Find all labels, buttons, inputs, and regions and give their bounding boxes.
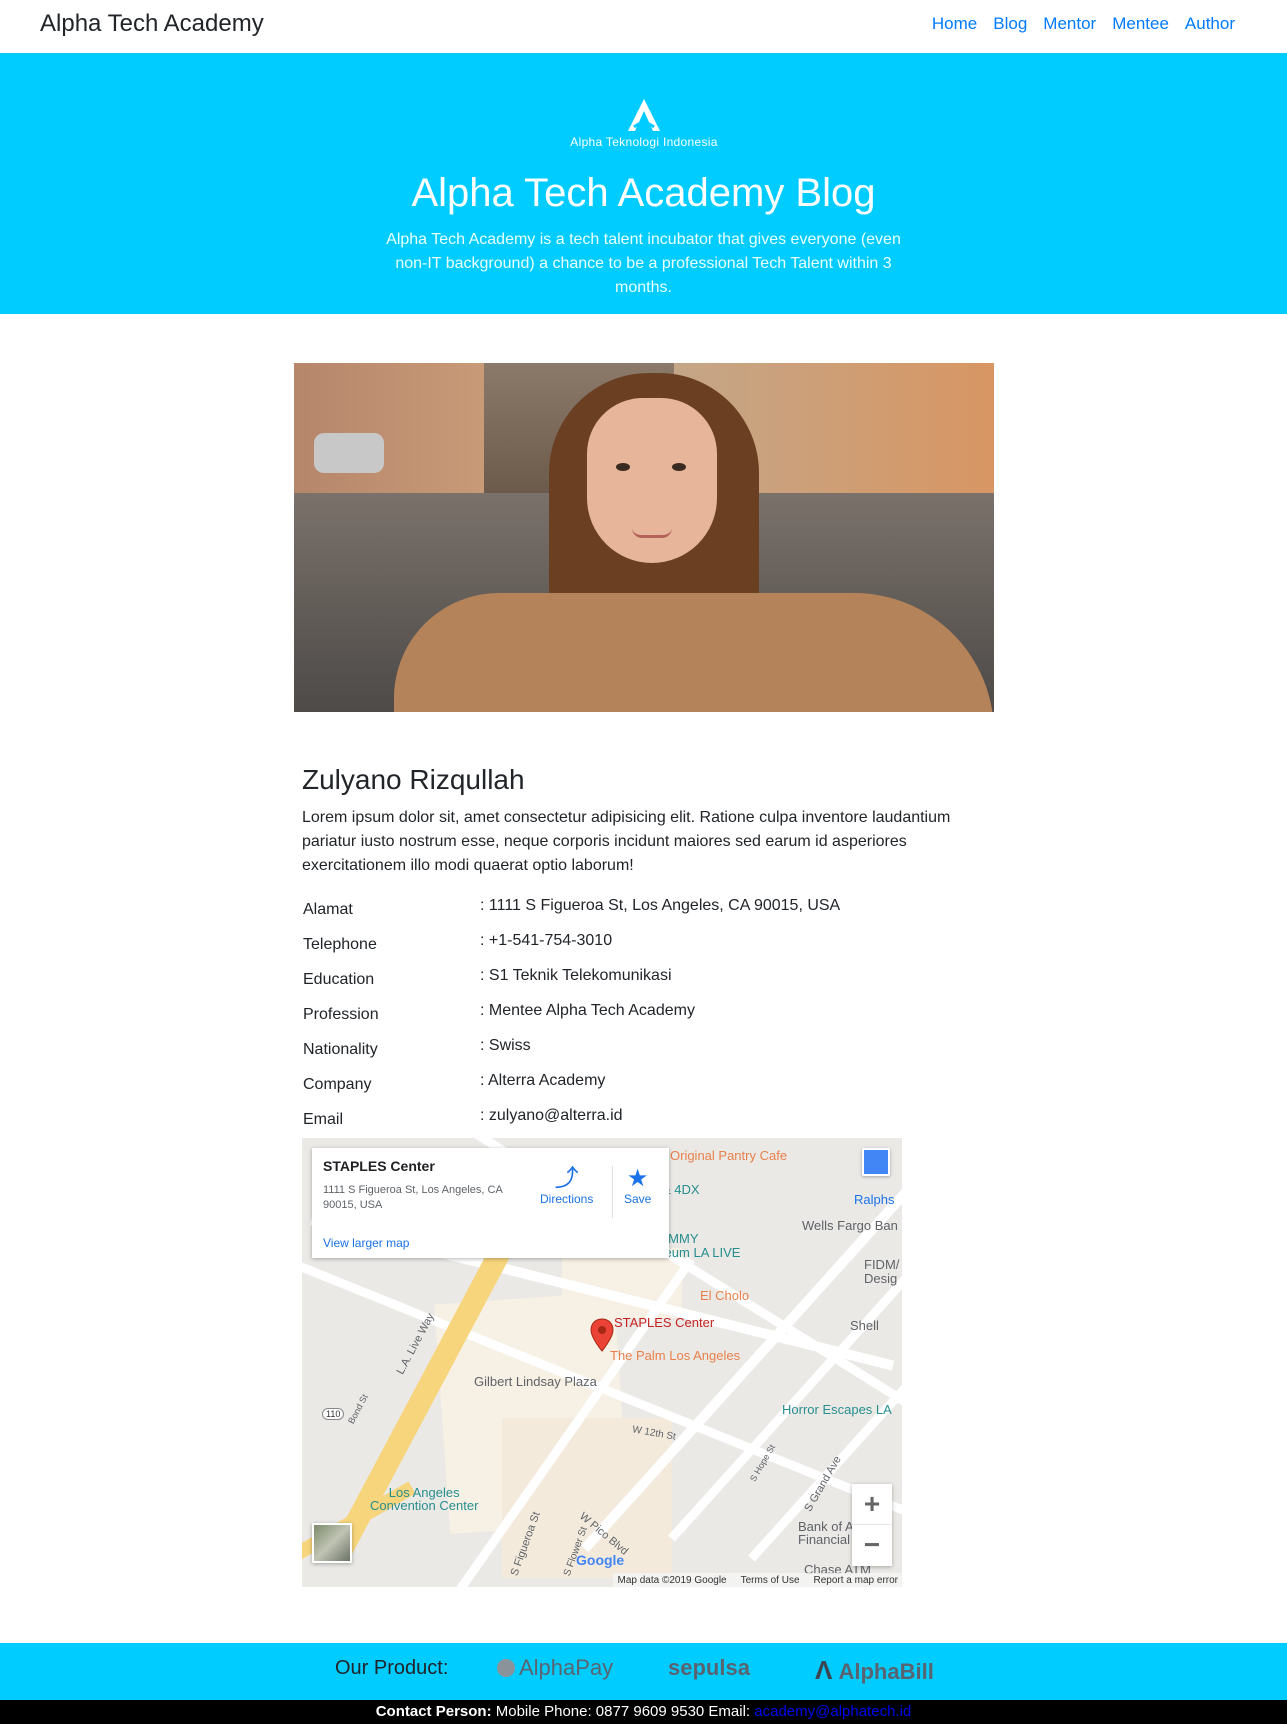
- hero-description: Alpha Tech Academy is a tech talent incu…: [386, 231, 901, 296]
- map-data-attribution: Map data ©2019 Google: [617, 1574, 727, 1586]
- zoom-in-button[interactable]: +: [852, 1484, 892, 1525]
- map-label-horror[interactable]: Horror Escapes LA: [782, 1402, 892, 1417]
- map-label-wells-fargo[interactable]: Wells Fargo Ban: [802, 1218, 898, 1233]
- directions-label: Directions: [540, 1192, 594, 1206]
- contact-footer: Contact Person: Mobile Phone: 0877 9609 …: [0, 1700, 1287, 1724]
- map-label-shell[interactable]: Shell: [850, 1318, 879, 1333]
- star-icon: ★: [626, 1165, 649, 1192]
- directions-button[interactable]: ⤴ Directions: [540, 1165, 594, 1207]
- info-label: Education: [303, 971, 375, 988]
- info-label: Telephone: [303, 936, 377, 953]
- map-info-card: STAPLES Center 1111 S Figueroa St, Los A…: [312, 1148, 669, 1258]
- nav-home[interactable]: Home: [932, 14, 977, 34]
- info-row-telephone: Telephone : +1-541-754-3010: [302, 932, 962, 967]
- map-label-fidm[interactable]: FIDM/ Desig: [864, 1258, 899, 1286]
- alphabill-icon: Λ: [815, 1655, 833, 1685]
- map-label-bank[interactable]: Bank of A Financial: [798, 1520, 854, 1546]
- map-label-ralphs[interactable]: Ralphs: [854, 1192, 894, 1207]
- profile-info-table: Alamat : 1111 S Figueroa St, Los Angeles…: [302, 897, 962, 1142]
- google-logo: Google: [576, 1552, 625, 1568]
- zoom-controls: + −: [852, 1484, 892, 1566]
- profile-photo: [294, 363, 994, 712]
- google-map[interactable]: Original Pantry Cafe & 4DX Ralphs Wells …: [302, 1138, 902, 1587]
- view-larger-map-link[interactable]: View larger map: [323, 1236, 409, 1250]
- map-label-staples[interactable]: STAPLES Center: [614, 1315, 714, 1330]
- map-card-title: STAPLES Center: [323, 1158, 435, 1174]
- info-row-address: Alamat : 1111 S Figueroa St, Los Angeles…: [302, 897, 962, 932]
- info-value: : Alterra Academy: [480, 1072, 606, 1089]
- info-value: : Swiss: [480, 1037, 531, 1054]
- hero-banner: Alpha Teknologi Indonesia Alpha Tech Aca…: [0, 53, 1287, 314]
- info-row-email: Email : zulyano@alterra.id: [302, 1107, 962, 1142]
- map-label-el-cholo[interactable]: El Cholo: [700, 1288, 749, 1303]
- map-label-original-pantry[interactable]: Original Pantry Cafe: [670, 1148, 787, 1163]
- terms-of-use-link[interactable]: Terms of Use: [741, 1575, 800, 1586]
- info-row-profession: Profession : Mentee Alpha Tech Academy: [302, 1002, 962, 1037]
- products-bar: Our Product: AlphaPay sepulsa Λ AlphaBil…: [0, 1643, 1287, 1700]
- product-alphabill-logo[interactable]: Λ AlphaBill: [815, 1655, 934, 1686]
- product-sepulsa-logo[interactable]: sepulsa: [668, 1655, 750, 1681]
- nav-links: Home Blog Mentor Mentee Author: [916, 14, 1235, 34]
- map-footer: Map data ©2019 Google Terms of Use Repor…: [613, 1573, 902, 1587]
- route-110-shield: 110: [322, 1408, 345, 1420]
- profile-bio: Lorem ipsum dolor sit, amet consectetur …: [302, 809, 951, 874]
- street-view-pegman-icon[interactable]: [862, 1148, 890, 1176]
- info-label: Nationality: [303, 1041, 378, 1058]
- products-label: Our Product:: [335, 1657, 449, 1679]
- info-row-company: Company : Alterra Academy: [302, 1072, 962, 1107]
- contact-prefix: Contact Person:: [375, 1703, 492, 1720]
- report-map-error-link[interactable]: Report a map error: [814, 1575, 898, 1586]
- map-label-convention[interactable]: Los Angeles Convention Center: [370, 1486, 478, 1512]
- map-label-gilbert[interactable]: Gilbert Lindsay Plaza: [474, 1374, 597, 1389]
- directions-icon: ⤴: [554, 1165, 579, 1192]
- brand[interactable]: Alpha Tech Academy: [40, 10, 264, 38]
- profile-name: Zulyano Rizqullah: [302, 764, 525, 795]
- info-label: Alamat: [303, 901, 353, 918]
- info-label: Company: [303, 1076, 372, 1093]
- satellite-toggle-button[interactable]: [312, 1523, 352, 1563]
- nav-blog[interactable]: Blog: [993, 14, 1027, 34]
- contact-phone: Mobile Phone: 0877 9609 9530 Email:: [491, 1703, 755, 1720]
- map-pin-icon[interactable]: [590, 1318, 614, 1352]
- info-value: : S1 Teknik Telekomunikasi: [480, 967, 672, 984]
- map-card-address: 1111 S Figueroa St, Los Angeles, CA 9001…: [323, 1184, 503, 1211]
- info-value: : 1111 S Figueroa St, Los Angeles, CA 90…: [480, 897, 841, 914]
- zoom-out-button[interactable]: −: [852, 1525, 892, 1566]
- contact-email-link[interactable]: academy@alphatech.id: [754, 1703, 911, 1720]
- info-value: : Mentee Alpha Tech Academy: [480, 1002, 695, 1019]
- map-label-bond: Bond St: [346, 1392, 370, 1426]
- map-label-palm[interactable]: The Palm Los Angeles: [610, 1348, 740, 1363]
- save-button[interactable]: ★ Save: [624, 1165, 652, 1207]
- info-value: : zulyano@alterra.id: [480, 1107, 623, 1124]
- info-label: Email: [303, 1111, 344, 1128]
- info-value: : +1-541-754-3010: [480, 932, 613, 949]
- save-label: Save: [624, 1192, 652, 1206]
- logo-text: Alpha Teknologi Indonesia: [570, 135, 718, 149]
- alpha-logo-icon: [628, 99, 660, 131]
- nav-mentee[interactable]: Mentee: [1112, 14, 1169, 34]
- nav-mentor[interactable]: Mentor: [1043, 14, 1096, 34]
- alpha-logo: Alpha Teknologi Indonesia: [560, 97, 728, 157]
- nav-author[interactable]: Author: [1185, 14, 1235, 34]
- navbar: Alpha Tech Academy Home Blog Mentor Ment…: [0, 0, 1287, 53]
- page-title: Alpha Tech Academy Blog: [411, 171, 876, 215]
- info-row-nationality: Nationality : Swiss: [302, 1037, 962, 1072]
- info-row-education: Education : S1 Teknik Telekomunikasi: [302, 967, 962, 1002]
- alphapay-icon: [497, 1659, 515, 1677]
- product-alphapay-logo[interactable]: AlphaPay: [497, 1655, 613, 1681]
- info-label: Profession: [303, 1006, 379, 1023]
